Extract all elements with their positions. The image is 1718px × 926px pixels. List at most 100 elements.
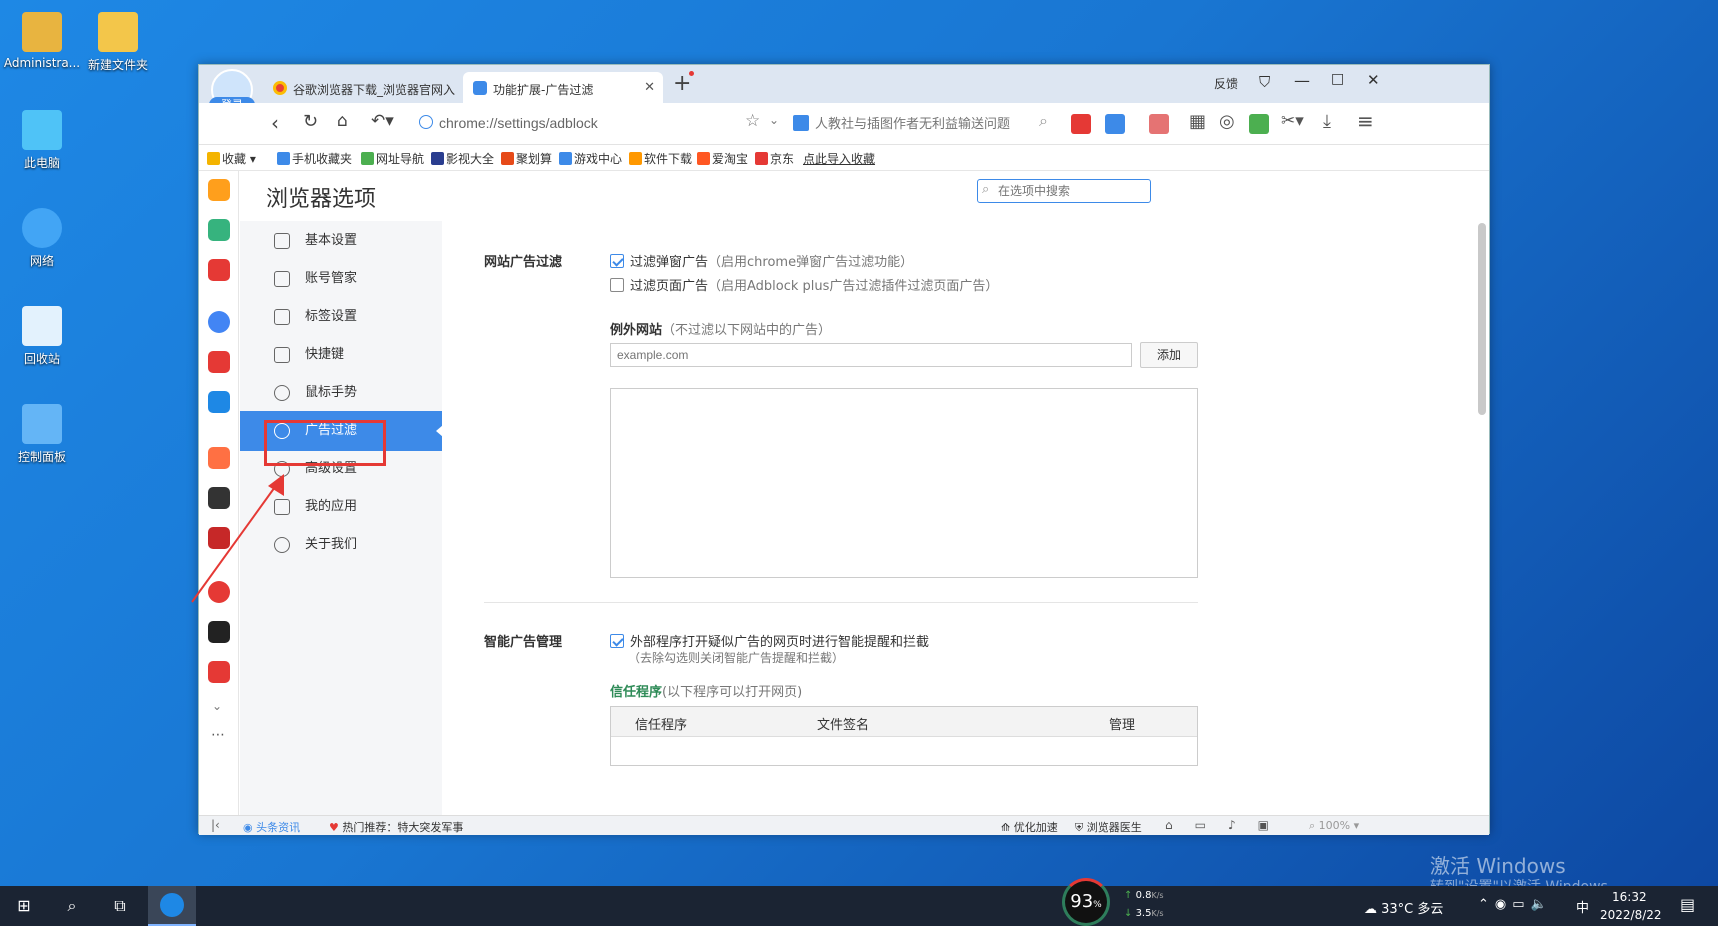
close-window-button[interactable]: ✕ [1367,71,1380,89]
popup-filter-option[interactable]: 过滤弹窗广告（启用chrome弹窗广告过滤功能） [610,251,913,270]
content-scrollbar[interactable] [1478,223,1486,415]
settings-search[interactable]: ⌕ [977,179,1151,203]
url-input[interactable] [439,112,729,134]
news-link[interactable]: ◉ 头条资讯 [243,819,300,835]
star-icon[interactable]: ☆ [745,111,760,131]
down-rate: 3.5 [1135,908,1152,919]
bookmark-nav[interactable]: 网址导航 [361,150,424,167]
option-note: （启用Adblock plus广告过滤插件过滤页面广告） [708,279,999,294]
ime-indicator[interactable]: 中 [1576,897,1589,916]
sidebar-expand-icon[interactable]: ⌄ [212,699,222,713]
user-folder-icon [22,12,62,52]
cpu-gauge[interactable]: 93% [1062,878,1110,926]
bookmark-software[interactable]: 软件下载 [629,150,692,167]
clock-date[interactable]: 2022/8/22 [1600,908,1662,922]
search-icon[interactable]: ⌕ [1039,111,1048,131]
eye-protect-icon[interactable] [1249,114,1269,134]
hot-link[interactable]: ♥ 热门推荐：特大突发军事 [329,819,463,835]
settings-search-input[interactable] [998,182,1146,200]
circle-icon[interactable]: ◎ [1219,111,1235,132]
collapse-sidebar-icon[interactable]: |‹ [211,818,220,832]
trusted-table-header: 信任程序 文件签名 管理 [611,707,1197,737]
notification-icon[interactable]: ▤ [1680,895,1695,914]
bookmark-juhuasuan[interactable]: 聚划算 [501,150,552,167]
search-engine-icon[interactable] [793,115,809,131]
screenshot-icon[interactable]: ✂▾ [1281,111,1304,131]
nav-item-basic[interactable]: 基本设置 [240,221,442,261]
nav-item-shortcuts[interactable]: 快捷键 [240,335,442,375]
doctor-button[interactable]: ⛨ 浏览器医生 [1075,819,1142,835]
desktop-icon-recycle-bin[interactable]: 回收站 [0,306,84,367]
page-filter-option[interactable]: 过滤页面广告（启用Adblock plus广告过滤插件过滤页面广告） [610,275,998,294]
desktop-icon-network[interactable]: 网络 [0,208,84,269]
trusted-title: 信任程序(以下程序可以打开网页) [610,681,802,700]
skin-icon[interactable]: ⛉ [1259,73,1270,91]
maximize-button[interactable]: □ [1331,71,1344,87]
sidebar-app-icon[interactable] [208,391,230,413]
desktop-icon-administrator[interactable]: Administra... [0,12,84,70]
tab-adblock-settings[interactable]: 功能扩展-广告过滤 ✕ [463,72,663,103]
desktop-icon-this-pc[interactable]: 此电脑 [0,110,84,171]
sidebar-game1-icon[interactable] [208,447,230,469]
exception-site-input[interactable] [610,343,1132,367]
desktop-icon-new-folder[interactable]: 新建文件夹 [76,12,160,73]
minimize-button[interactable]: — [1294,71,1310,90]
speedup-button[interactable]: ⟰ 优化加速 [1001,819,1058,835]
doctor-label: 浏览器医生 [1086,821,1142,834]
weather[interactable]: ☁ 33°C 多云 [1364,898,1443,917]
desktop-icon-label: Administra... [3,56,81,70]
sidebar-favorites-icon[interactable] [208,179,230,201]
tray-icons[interactable]: ⌃◉▭🔈 [1478,897,1553,912]
chevron-down-icon[interactable]: ⌄ [769,113,779,127]
exception-list[interactable] [610,388,1198,578]
tab-close-icon[interactable]: ✕ [644,80,655,95]
sidebar-chrome-icon[interactable] [208,311,230,333]
clock-time[interactable]: 16:32 [1612,890,1647,904]
bookmark-aitaobao[interactable]: 爱淘宝 [697,150,748,167]
nav-item-tabs[interactable]: 标签设置 [240,297,442,337]
add-button[interactable]: 添加 [1140,342,1198,368]
bookmark-video[interactable]: 影视大全 [431,150,494,167]
page-filter-checkbox[interactable] [610,278,624,292]
sidebar-pdf-icon[interactable] [208,259,230,281]
shopping-icon[interactable] [1071,114,1091,134]
home-icon[interactable]: ⌂ [337,111,348,131]
bookmark-mobile[interactable]: 手机收藏夹 [277,150,352,167]
smart-option[interactable]: 外部程序打开疑似广告的网页时进行智能提醒和拦截 [610,631,929,650]
back-icon[interactable]: ‹ [271,111,279,135]
apps-grid-icon[interactable]: ▦ [1189,111,1206,132]
bookmark-label: 手机收藏夹 [292,152,353,166]
start-button[interactable]: ⊞ [0,886,48,926]
zoom-control[interactable]: ⌕ 100% ▾ [1309,819,1359,833]
download-icon[interactable]: ⤓ [1323,111,1331,132]
browser-taskbar-icon[interactable] [148,886,196,926]
task-view-icon[interactable]: ⧉ [96,886,144,926]
bookmark-games[interactable]: 游戏中心 [559,150,622,167]
sidebar-huya-icon[interactable] [208,661,230,683]
smart-checkbox[interactable] [610,634,624,648]
game-icon[interactable] [1149,114,1169,134]
tab-chrome-download[interactable]: 谷歌浏览器下载_浏览器官网入 [263,72,463,103]
sidebar-nike-icon[interactable] [208,621,230,643]
undo-close-icon[interactable]: ↶▾ [371,111,394,131]
search-input[interactable] [815,112,1035,134]
refresh-icon[interactable]: ↻ [303,111,318,132]
bookmark-jd[interactable]: 京东 [755,150,794,167]
translate-icon[interactable] [1105,114,1125,134]
juhuasuan-icon [501,152,514,165]
bookmark-favorites[interactable]: 收藏 ▾ [207,150,256,167]
bookmark-import[interactable]: 点此导入收藏 [803,150,875,167]
feedback-button[interactable]: 反馈 [1214,75,1238,92]
chrome-icon [273,81,287,95]
menu-icon[interactable]: ≡ [1357,109,1374,133]
column-header: 信任程序 [635,718,688,733]
sidebar-more-icon[interactable]: ⋯ [211,727,225,743]
nav-item-account[interactable]: 账号管家 [240,259,442,299]
nav-item-mouse-gestures[interactable]: 鼠标手势 [240,373,442,413]
sidebar-dongfang-icon[interactable] [208,351,230,373]
bookmarks-bar: 收藏 ▾ 手机收藏夹 网址导航 影视大全 聚划算 游戏中心 软件下载 爱淘宝 京… [199,145,1489,171]
sidebar-history-icon[interactable] [208,219,230,241]
popup-filter-checkbox[interactable] [610,254,624,268]
desktop-icon-control-panel[interactable]: 控制面板 [0,404,84,465]
search-icon[interactable]: ⌕ [48,886,96,926]
